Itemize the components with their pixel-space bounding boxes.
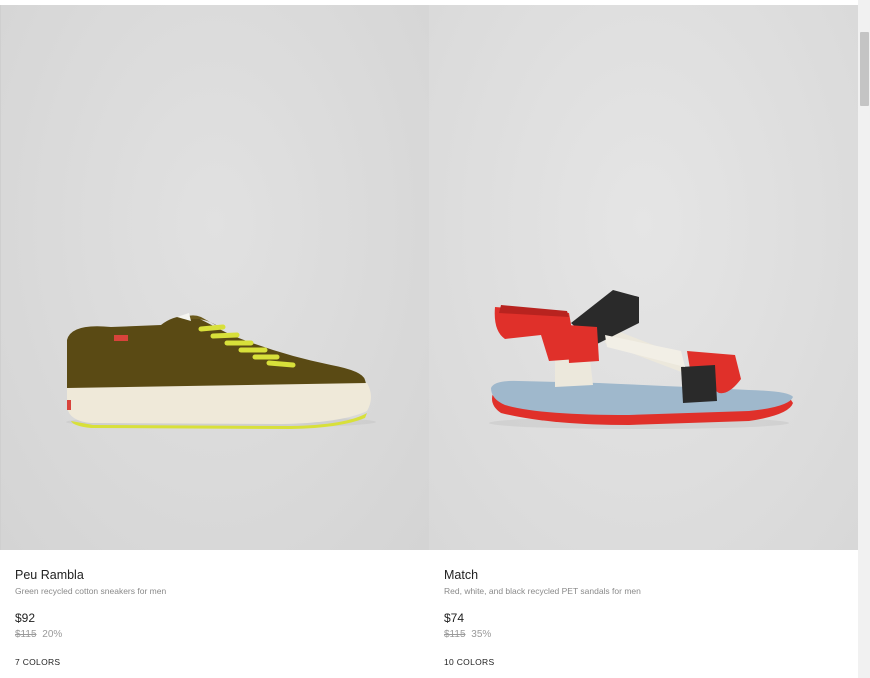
- discount-percent: 35%: [471, 629, 492, 640]
- product-image-peu-rambla[interactable]: [0, 5, 430, 550]
- product-name[interactable]: Match: [444, 568, 848, 582]
- product-description: Red, white, and black recycled PET sanda…: [444, 586, 641, 596]
- discount-percent: 20%: [42, 629, 63, 640]
- product-price: $92: [15, 611, 36, 625]
- vertical-scrollbar[interactable]: [858, 0, 870, 678]
- original-price: $115: [15, 629, 37, 640]
- product-image-match[interactable]: [429, 5, 858, 550]
- product-grid: Peu Rambla Green recycled cotton sneaker…: [0, 5, 858, 678]
- price-discount-line: $115 35%: [444, 629, 848, 641]
- product-name[interactable]: Peu Rambla: [15, 568, 419, 582]
- product-price: $74: [444, 611, 465, 625]
- product-info: Match Red, white, and black recycled PET…: [444, 568, 848, 667]
- multicolor-sandal-image: [489, 290, 793, 429]
- scrollbar-thumb[interactable]: [860, 32, 869, 106]
- color-count[interactable]: 10 COLORS: [444, 657, 848, 667]
- product-card-peu-rambla[interactable]: Peu Rambla Green recycled cotton sneaker…: [0, 5, 430, 678]
- product-info: Peu Rambla Green recycled cotton sneaker…: [15, 568, 419, 667]
- product-listing-page: Peu Rambla Green recycled cotton sneaker…: [0, 0, 870, 678]
- product-card-match[interactable]: Match Red, white, and black recycled PET…: [429, 5, 858, 678]
- original-price: $115: [444, 629, 466, 640]
- color-count[interactable]: 7 COLORS: [15, 657, 419, 667]
- price-discount-line: $115 20%: [15, 629, 419, 641]
- product-description: Green recycled cotton sneakers for men: [15, 586, 167, 596]
- green-sneaker-image: [66, 313, 376, 429]
